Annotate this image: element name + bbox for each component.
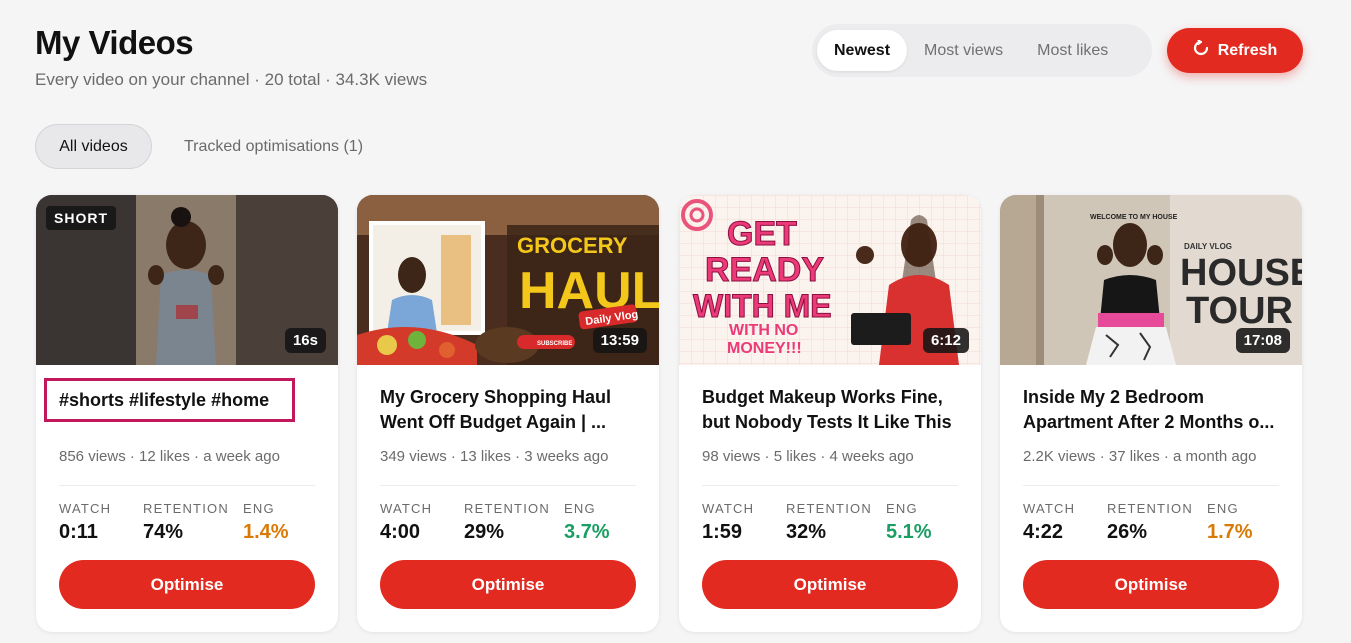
video-thumbnail[interactable]: SHORT 16s <box>36 195 338 365</box>
video-card[interactable]: GROCERY HAUL Daily Vlog SUBSCRIBE 13:59 … <box>357 195 659 632</box>
tab-all-videos[interactable]: All videos <box>35 124 152 169</box>
page-subtitle: Every video on your channel · 20 total ·… <box>35 70 428 89</box>
video-thumbnail[interactable]: GET READY WITH ME WITH NO MONEY!!! 6:12 <box>679 195 981 365</box>
sort-newest-button[interactable]: Newest <box>817 30 908 71</box>
duration-badge: 13:59 <box>592 328 647 353</box>
video-thumbnail[interactable]: WELCOME TO MY HOUSE DAILY VLOG HOUSE TOU… <box>1000 195 1302 365</box>
stat-engagement: ENG 1.7% <box>1207 501 1253 543</box>
duration-badge: 16s <box>284 328 326 353</box>
svg-text:SUBSCRIBE: SUBSCRIBE <box>537 341 572 347</box>
optimise-button[interactable]: Optimise <box>380 560 636 609</box>
optimise-button[interactable]: Optimise <box>59 560 315 609</box>
video-thumbnail[interactable]: GROCERY HAUL Daily Vlog SUBSCRIBE 13:59 <box>357 195 659 365</box>
stat-engagement: ENG 5.1% <box>886 501 932 543</box>
video-meta: 2.2K views · 37 likes · a month ago <box>1023 448 1257 465</box>
video-meta: 856 views · 12 likes · a week ago <box>59 448 280 465</box>
stat-retention: RETENTION 74% <box>143 501 229 543</box>
stat-retention: RETENTION 26% <box>1107 501 1193 543</box>
svg-text:TOUR: TOUR <box>1186 290 1293 332</box>
card-divider <box>380 485 636 486</box>
short-badge: SHORT <box>46 206 116 230</box>
svg-text:GET: GET <box>727 215 797 253</box>
stat-retention: RETENTION 29% <box>464 501 550 543</box>
optimise-button[interactable]: Optimise <box>1023 560 1279 609</box>
video-card[interactable]: SHORT 16s #shorts #lifestyle #home 856 v… <box>36 195 338 632</box>
video-meta: 98 views · 5 likes · 4 weeks ago <box>702 448 914 465</box>
svg-text:WELCOME TO MY HOUSE: WELCOME TO MY HOUSE <box>1090 214 1178 221</box>
stat-watch: WATCH 0:11 <box>59 501 112 543</box>
video-title[interactable]: #shorts #lifestyle #home <box>44 378 295 422</box>
card-divider <box>59 485 315 486</box>
sort-toggle-group: Newest Most views Most likes <box>812 24 1152 77</box>
svg-text:MONEY!!!: MONEY!!! <box>727 340 802 357</box>
tab-tracked-optimisations[interactable]: Tracked optimisations (1) <box>164 124 383 169</box>
video-title[interactable]: Inside My 2 Bedroom Apartment After 2 Mo… <box>1023 385 1283 435</box>
video-card[interactable]: WELCOME TO MY HOUSE DAILY VLOG HOUSE TOU… <box>1000 195 1302 632</box>
refresh-icon <box>1193 39 1209 61</box>
sort-most-likes-button[interactable]: Most likes <box>1020 30 1125 71</box>
svg-text:WITH ME: WITH ME <box>693 288 832 324</box>
stat-retention: RETENTION 32% <box>786 501 872 543</box>
card-divider <box>1023 485 1279 486</box>
card-divider <box>702 485 958 486</box>
stat-engagement: ENG 1.4% <box>243 501 289 543</box>
svg-text:GROCERY: GROCERY <box>517 233 628 258</box>
page-title: My Videos <box>35 24 194 61</box>
video-card[interactable]: GET READY WITH ME WITH NO MONEY!!! 6:12 … <box>679 195 981 632</box>
video-title[interactable]: Budget Makeup Works Fine, but Nobody Tes… <box>702 385 962 435</box>
svg-text:HOUSE: HOUSE <box>1180 252 1302 294</box>
stat-watch: WATCH 4:22 <box>1023 501 1076 543</box>
video-meta: 349 views · 13 likes · 3 weeks ago <box>380 448 609 465</box>
video-title[interactable]: My Grocery Shopping Haul Went Off Budget… <box>380 385 640 435</box>
svg-text:DAILY VLOG: DAILY VLOG <box>1184 242 1232 251</box>
svg-text:WITH NO: WITH NO <box>729 322 798 339</box>
svg-text:READY: READY <box>705 251 824 289</box>
stat-engagement: ENG 3.7% <box>564 501 610 543</box>
duration-badge: 6:12 <box>922 328 969 353</box>
duration-badge: 17:08 <box>1235 328 1290 353</box>
refresh-label: Refresh <box>1217 41 1278 59</box>
stat-watch: WATCH 4:00 <box>380 501 433 543</box>
refresh-button[interactable]: Refresh <box>1167 28 1303 73</box>
stat-watch: WATCH 1:59 <box>702 501 755 543</box>
sort-most-views-button[interactable]: Most views <box>907 30 1020 71</box>
optimise-button[interactable]: Optimise <box>702 560 958 609</box>
